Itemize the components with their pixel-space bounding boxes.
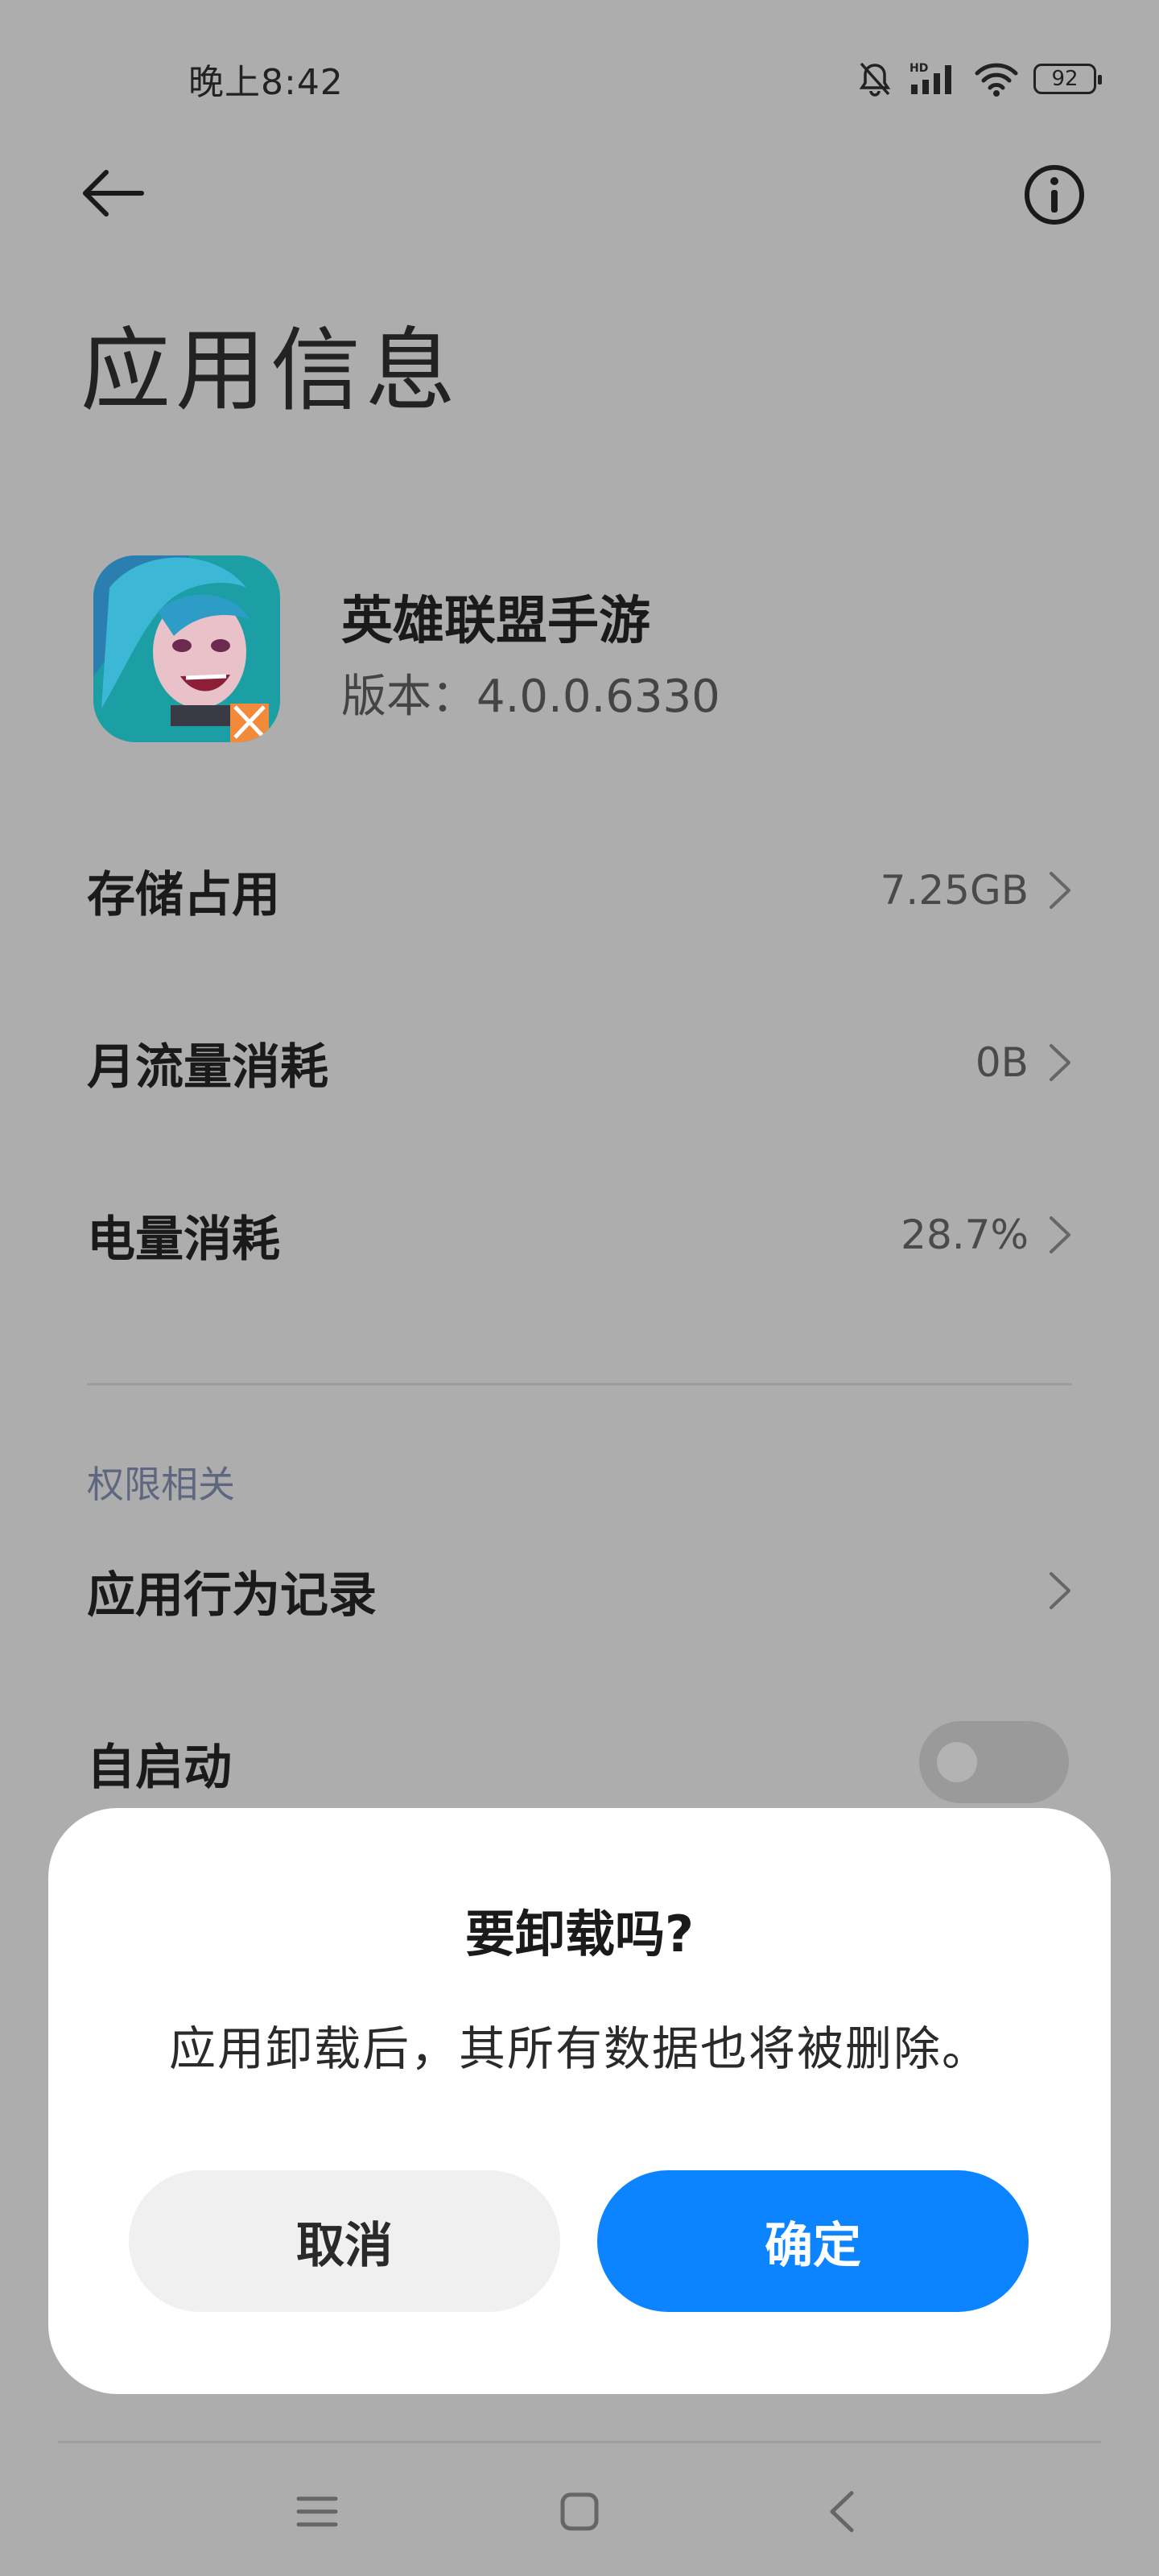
info-button[interactable]	[1021, 161, 1088, 229]
back-icon	[830, 2491, 854, 2533]
nav-divider	[58, 2441, 1101, 2443]
row-value: 28.7%	[901, 1212, 1029, 1258]
status-time: 晚上8:42	[188, 62, 344, 103]
row-autostart: 自启动	[87, 1715, 650, 1811]
uninstall-dialog: 要卸载吗? 应用卸载后，其所有数据也将被删除。 取消 确定	[48, 1808, 1111, 2394]
row-value: 7.25GB	[880, 867, 1029, 914]
row-battery-usage[interactable]: 电量消耗 28.7%	[87, 1187, 1072, 1283]
row-app-behavior[interactable]: 应用行为记录	[87, 1542, 1072, 1639]
row-label: 存储占用	[87, 866, 280, 923]
section-divider	[87, 1383, 1072, 1385]
row-label: 电量消耗	[87, 1211, 280, 1268]
chevron-right-icon	[1050, 1044, 1070, 1081]
svg-text:HD: HD	[909, 62, 928, 75]
wifi-icon	[975, 63, 1018, 97]
menu-icon	[296, 2496, 338, 2527]
row-storage[interactable]: 存储占用 7.25GB	[87, 842, 1072, 939]
toggle-knob	[937, 1742, 977, 1782]
nav-home-button[interactable]	[531, 2479, 628, 2544]
row-data-usage[interactable]: 月流量消耗 0B	[87, 1014, 1072, 1111]
status-icons: HD 92	[856, 56, 1102, 101]
nav-back-button[interactable]	[794, 2479, 890, 2544]
section-label: 权限相关	[87, 1463, 235, 1506]
row-value: 0B	[975, 1039, 1029, 1086]
cancel-button[interactable]: 取消	[129, 2170, 560, 2312]
home-icon	[560, 2492, 599, 2531]
hd-signal-icon: HD	[909, 62, 951, 94]
bell-muted-icon	[859, 62, 891, 97]
chevron-right-icon	[1050, 872, 1070, 909]
row-label: 应用行为记录	[87, 1567, 377, 1624]
chevron-right-icon	[1050, 1572, 1070, 1609]
page-title: 应用信息	[80, 319, 460, 423]
app-version: 版本：4.0.0.6330	[341, 671, 720, 723]
arrow-left-icon	[83, 170, 144, 217]
battery-icon: 92	[1033, 64, 1102, 94]
dialog-message: 应用卸载后，其所有数据也将被删除。	[168, 2021, 990, 2076]
app-icon	[93, 555, 280, 742]
info-icon	[1025, 165, 1084, 225]
nav-menu-button[interactable]	[269, 2479, 365, 2544]
autostart-toggle[interactable]	[919, 1721, 1069, 1803]
dialog-title: 要卸载吗?	[465, 1905, 694, 1963]
chevron-right-icon	[1050, 1216, 1070, 1253]
app-name: 英雄联盟手游	[341, 592, 650, 651]
battery-level: 92	[1051, 67, 1079, 91]
row-label: 自启动	[87, 1739, 232, 1796]
confirm-button[interactable]: 确定	[597, 2170, 1029, 2312]
back-button[interactable]	[77, 161, 158, 225]
row-label: 月流量消耗	[87, 1038, 328, 1096]
